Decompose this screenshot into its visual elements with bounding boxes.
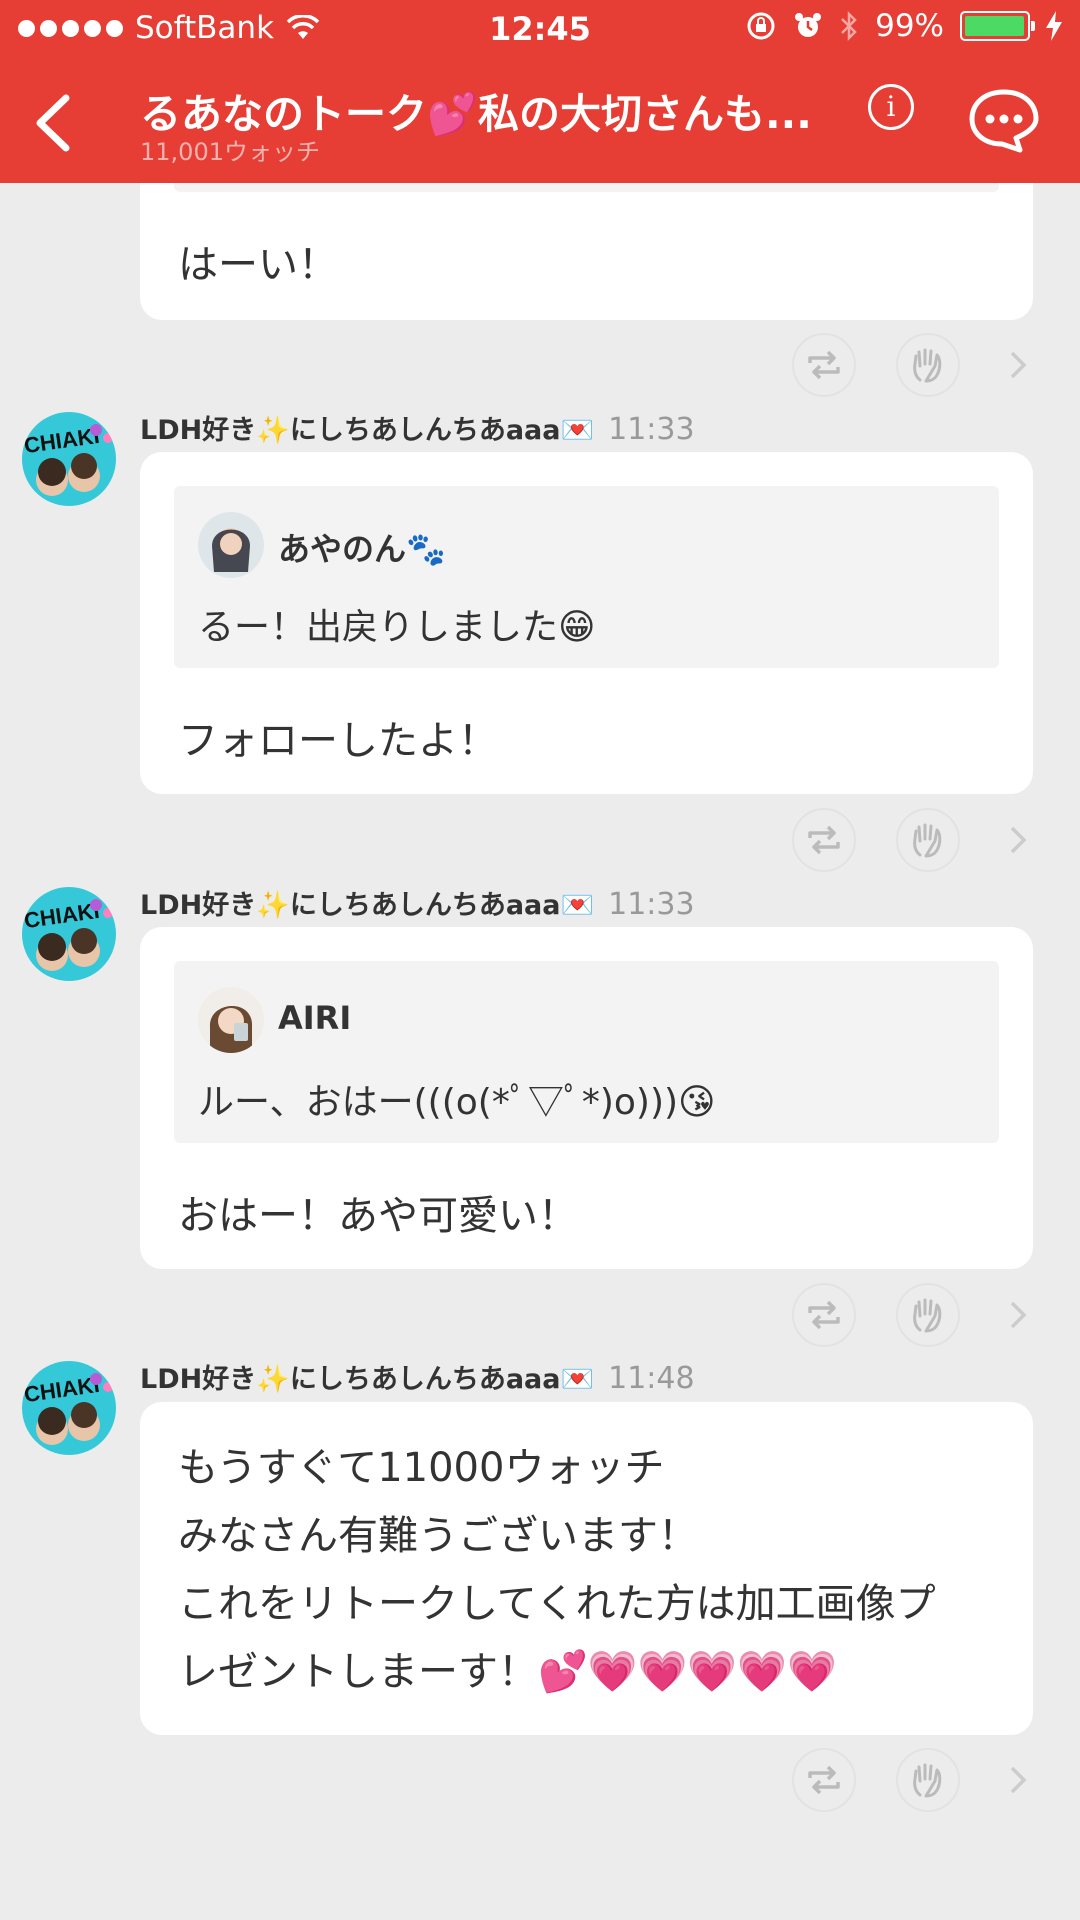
message-actions — [792, 808, 1052, 878]
more-button[interactable] — [1002, 1297, 1032, 1333]
message-text: はーい！ — [178, 242, 338, 288]
avatar-image: CHIAKI — [22, 887, 116, 981]
retalk-icon — [808, 350, 840, 380]
avatar-image — [198, 512, 264, 578]
app-header: SoftBank 12:45 99% るあなのトーク💕私の大切さんも... 11… — [0, 0, 1080, 183]
chevron-right-icon — [1010, 1301, 1027, 1329]
message-meta: LDH好き✨にしちあしんちあaaa💌 11:48 — [140, 1357, 695, 1396]
hand-icon — [913, 348, 942, 383]
timestamp: 11:48 — [608, 1361, 695, 1396]
orientation-lock-icon — [745, 10, 777, 42]
avatar-image: CHIAKI — [22, 412, 116, 506]
status-left: SoftBank — [18, 10, 320, 46]
author-name[interactable]: LDH好き✨にしちあしんちあaaa💌 — [140, 890, 594, 921]
message-card: AIRI ルー、おはー(((o(*ﾟ▽ﾟ*)o)))😘 おはー！あや可愛い！ — [140, 927, 1033, 1269]
chat-bubble-button[interactable] — [968, 88, 1040, 154]
hand-icon — [913, 823, 942, 858]
message-text: もうすぐて11000ウォッチ みなさん有難うございます！ これをリトークしてくれ… — [178, 1434, 1008, 1706]
quote-avatar — [198, 512, 264, 578]
author-name[interactable]: LDH好き✨にしちあしんちあaaa💌 — [140, 1364, 594, 1395]
watch-count: 11,001ウォッチ — [140, 138, 320, 166]
chevron-right-icon — [1010, 826, 1027, 854]
status-right: 99% — [745, 8, 1062, 44]
nav-bar: るあなのトーク💕私の大切さんも... 11,001ウォッチ i — [0, 58, 1080, 183]
message-actions — [792, 1748, 1052, 1818]
chevron-left-icon — [36, 94, 70, 152]
quoted-message[interactable]: あやのん🐾 るー！出戻りしました😁 — [174, 486, 999, 668]
battery-icon — [960, 11, 1035, 41]
hand-icon — [913, 1763, 942, 1798]
message-line: みなさん有難うございます！ — [178, 1513, 698, 1559]
quoted-message[interactable]: AIRI ルー、おはー(((o(*ﾟ▽ﾟ*)o)))😘 — [174, 961, 999, 1143]
hand-icon — [913, 1298, 942, 1333]
more-button[interactable] — [1002, 1762, 1032, 1798]
retalk-icon — [808, 1765, 840, 1795]
retalk-icon — [808, 825, 840, 855]
info-icon: i — [886, 90, 896, 123]
battery-level — [965, 16, 1025, 36]
clap-button[interactable] — [896, 333, 960, 397]
avatar-image: CHIAKI — [22, 1361, 116, 1455]
wifi-icon — [286, 15, 320, 41]
signal-strength-icon — [18, 19, 123, 37]
retalk-button[interactable] — [792, 808, 856, 872]
message-meta: LDH好き✨にしちあしんちあaaa💌 11:33 — [140, 408, 695, 447]
page-title: るあなのトーク💕私の大切さんも... — [140, 90, 812, 138]
retalk-button[interactable] — [792, 1748, 856, 1812]
more-button[interactable] — [1002, 347, 1032, 383]
message-text: おはー！あや可愛い！ — [178, 1193, 578, 1239]
retalk-button[interactable] — [792, 333, 856, 397]
clap-button[interactable] — [896, 1283, 960, 1347]
chat-bubble-icon — [969, 89, 1039, 153]
message-meta: LDH好き✨にしちあしんちあaaa💌 11:33 — [140, 883, 695, 922]
retalk-icon — [808, 1300, 840, 1330]
quote-text: るー！出戻りしました😁 — [198, 607, 596, 648]
quote-avatar — [198, 987, 264, 1053]
info-button[interactable]: i — [868, 84, 914, 130]
message-card: もうすぐて11000ウォッチ みなさん有難うございます！ これをリトークしてくれ… — [140, 1402, 1033, 1735]
chevron-right-icon — [1010, 1766, 1027, 1794]
message-line: レゼントしまーす！💕💗💗💗💗💗 — [178, 1649, 837, 1695]
carrier-name: SoftBank — [135, 10, 275, 46]
quote-author: AIRI — [278, 999, 352, 1037]
message-line: これをリトークしてくれた方は加工画像プ — [178, 1581, 936, 1627]
back-button[interactable] — [28, 92, 84, 152]
message-card: あやのん🐾 るー！出戻りしました😁 フォローしたよ！ — [140, 452, 1033, 794]
avatar[interactable]: CHIAKI — [22, 1361, 116, 1455]
timestamp: 11:33 — [608, 412, 695, 447]
author-name[interactable]: LDH好き✨にしちあしんちあaaa💌 — [140, 415, 594, 446]
clap-button[interactable] — [896, 1748, 960, 1812]
avatar-image — [198, 987, 264, 1053]
clap-button[interactable] — [896, 808, 960, 872]
quote-text: ルー、おはー(((o(*ﾟ▽ﾟ*)o)))😘 — [198, 1082, 716, 1123]
message-text: フォローしたよ！ — [178, 718, 498, 764]
message-actions — [792, 333, 1052, 403]
avatar[interactable]: CHIAKI — [22, 887, 116, 981]
charging-bolt-icon — [1046, 11, 1062, 41]
timestamp: 11:33 — [608, 887, 695, 922]
status-bar: SoftBank 12:45 99% — [0, 0, 1080, 58]
chevron-right-icon — [1010, 351, 1027, 379]
avatar[interactable]: CHIAKI — [22, 412, 116, 506]
bluetooth-icon — [839, 10, 859, 42]
retalk-button[interactable] — [792, 1283, 856, 1347]
message-actions — [792, 1283, 1052, 1353]
alarm-clock-icon — [793, 11, 823, 41]
more-button[interactable] — [1002, 822, 1032, 858]
battery-percentage: 99% — [875, 8, 944, 44]
message-line: もうすぐて11000ウォッチ — [178, 1445, 665, 1491]
quote-author: あやのん🐾 — [278, 530, 446, 568]
